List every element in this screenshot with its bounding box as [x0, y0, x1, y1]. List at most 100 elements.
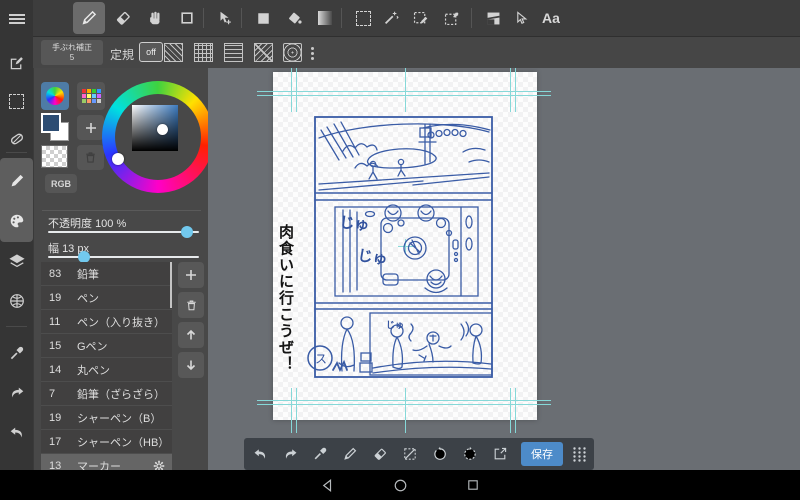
ruler-off-label: off — [146, 47, 156, 57]
menu-button[interactable] — [0, 2, 33, 36]
quick-eyedropper-button[interactable] — [307, 441, 333, 467]
transform-button[interactable] — [0, 122, 33, 156]
color-panel-button[interactable] — [0, 204, 33, 238]
add-color-button[interactable] — [77, 115, 104, 140]
export-button[interactable] — [487, 441, 513, 467]
rotate-cw-button[interactable] — [457, 441, 483, 467]
saturation-value-square[interactable] — [132, 105, 178, 151]
deselect-button[interactable] — [397, 441, 423, 467]
quick-eraser-button[interactable] — [367, 441, 393, 467]
android-recents-button[interactable] — [463, 475, 483, 495]
select-edit-button[interactable] — [404, 2, 436, 34]
pencil-icon — [82, 10, 97, 25]
brush-list-item[interactable]: 19 シャーペン（B） — [41, 406, 172, 430]
hamburger-icon — [8, 12, 25, 26]
layers-panel-button[interactable] — [0, 244, 33, 278]
rotate-ccw-icon — [434, 446, 446, 460]
parallel-ruler-icon[interactable] — [164, 43, 183, 62]
sidebar-divider — [6, 326, 27, 327]
hand-tool-button[interactable] — [139, 2, 171, 34]
grid-menu-button[interactable] — [566, 441, 592, 467]
select-pen-button[interactable] — [435, 2, 467, 34]
eyedropper-button[interactable] — [0, 336, 33, 370]
delete-color-button[interactable] — [77, 145, 104, 170]
select-tool-button[interactable] — [0, 84, 33, 118]
color-wheel[interactable] — [102, 81, 214, 193]
ruler-more-button[interactable] — [305, 43, 319, 63]
color-swatches[interactable] — [41, 113, 71, 143]
shape-tool-button[interactable] — [247, 2, 279, 34]
quick-undo-button[interactable] — [247, 441, 273, 467]
magic-wand-icon — [384, 11, 399, 25]
speech-text: 肉食いに行こうぜ！ — [277, 224, 294, 373]
transparent-color-swatch[interactable] — [41, 145, 68, 168]
operation-cursor-button[interactable] — [505, 2, 537, 34]
brush-list-item[interactable]: 11 ペン（入り抜き） — [41, 310, 172, 334]
concentric-ruler-icon[interactable] — [283, 43, 302, 62]
opacity-slider[interactable] — [48, 226, 199, 238]
canvas-workspace[interactable]: じゅ じゅ ス じゅ 肉食いに行こうぜ！ 保存 — [208, 68, 800, 470]
brush-list-item[interactable]: 17 シャーペン（HB） — [41, 430, 172, 454]
plus-icon — [85, 122, 96, 133]
frame-tool-button[interactable] — [171, 2, 203, 34]
redo-icon — [285, 448, 296, 459]
ruler-off-button[interactable]: off — [139, 42, 163, 62]
redo-button[interactable] — [0, 376, 33, 410]
move-tool-button[interactable] — [209, 2, 241, 34]
grid-ruler-icon[interactable] — [194, 43, 213, 62]
brush-list-item-selected[interactable]: 13 マーカー — [41, 454, 172, 470]
vanishing-ruler-icon[interactable] — [254, 43, 273, 62]
horizontal-ruler-icon[interactable] — [224, 43, 243, 62]
brush-list-item[interactable]: 83 鉛筆 — [41, 262, 172, 286]
select-edit-icon — [413, 11, 427, 24]
magic-wand-button[interactable] — [375, 2, 407, 34]
rgb-mode-button[interactable]: RGB — [45, 174, 77, 193]
gradient-tool-button[interactable] — [309, 2, 341, 34]
quick-toolbar: 保存 — [244, 438, 594, 470]
hue-selector-dot[interactable] — [112, 153, 124, 165]
brush-settings-gear-icon[interactable] — [152, 459, 166, 470]
side-toolbar — [0, 0, 33, 470]
home-circle-icon — [394, 479, 406, 491]
stabilization-button[interactable]: 手ぶれ補正 5 — [41, 40, 103, 65]
sv-selector-dot[interactable] — [157, 124, 168, 135]
opacity-slider-thumb[interactable] — [181, 226, 193, 238]
deselect-icon — [404, 448, 416, 460]
brush-list-item[interactable]: 7 鉛筆（ざらざら） — [41, 382, 172, 406]
brush-list-item[interactable]: 19 ペン — [41, 286, 172, 310]
palette-grid-button[interactable] — [77, 82, 105, 110]
add-brush-button[interactable] — [178, 262, 204, 288]
width-slider[interactable] — [48, 251, 199, 263]
delete-brush-button[interactable] — [178, 292, 204, 318]
rotate-ccw-button[interactable] — [427, 441, 453, 467]
panel-label-su: ス — [315, 352, 327, 366]
ruler-label: 定規 — [110, 48, 135, 62]
pencil-tool-button[interactable] — [73, 2, 105, 34]
hand-icon — [150, 11, 160, 25]
brush-list-item[interactable]: 15 Gペン — [41, 334, 172, 358]
save-label: 保存 — [531, 449, 553, 461]
stabilization-value: 5 — [69, 52, 75, 62]
android-back-button[interactable] — [317, 475, 337, 495]
snap-settings-button[interactable] — [0, 284, 33, 318]
new-canvas-button[interactable] — [0, 46, 33, 80]
eraser-icon — [374, 448, 386, 460]
eraser-tool-button[interactable] — [107, 2, 139, 34]
text-tool-button[interactable]: Aa — [535, 2, 567, 34]
save-button[interactable]: 保存 — [521, 442, 563, 466]
quick-redo-button[interactable] — [277, 441, 303, 467]
export-icon — [494, 447, 507, 460]
brush-panel-button[interactable] — [0, 164, 33, 198]
move-brush-up-button[interactable] — [178, 322, 204, 348]
quick-pen-button[interactable] — [337, 441, 363, 467]
brush-list-scrollbar[interactable] — [170, 262, 172, 308]
android-home-button[interactable] — [390, 475, 410, 495]
move-brush-down-button[interactable] — [178, 352, 204, 378]
foreground-color-swatch — [41, 113, 61, 133]
brush-list-item[interactable]: 14 丸ペン — [41, 358, 172, 382]
fill-tool-button[interactable] — [279, 2, 311, 34]
color-wheel-mode-button[interactable] — [41, 82, 69, 110]
palette-grid-icon — [81, 89, 101, 103]
undo-button[interactable] — [0, 416, 33, 450]
toolbar-divider — [241, 8, 242, 28]
